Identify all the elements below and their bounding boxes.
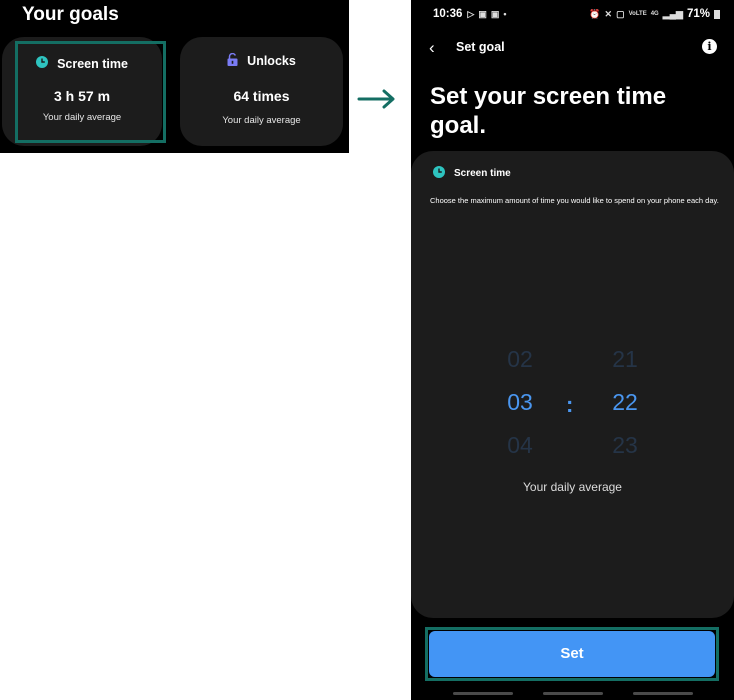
- picker-separator: :: [566, 392, 574, 417]
- mute-icon: ✕: [604, 8, 613, 19]
- info-icon[interactable]: i: [702, 39, 717, 54]
- unlocks-card[interactable]: Unlocks 64 times Your daily average: [180, 37, 343, 146]
- panel-label: Screen time: [454, 168, 511, 179]
- signal-icon: ▂▄▆: [662, 8, 683, 19]
- 4g-icon: 4G: [650, 11, 659, 17]
- phone-screen: 10:36 ▷ ▣ ▣ • ⏰ ✕ ▢ VoLTE 4G ▂▄▆ 71% ‹ S…: [411, 0, 734, 700]
- hour-prev[interactable]: 02: [495, 346, 545, 373]
- hour-selected[interactable]: 03: [495, 389, 545, 416]
- volte-icon: VoLTE: [628, 11, 647, 17]
- notification-icon: ▣: [490, 8, 500, 19]
- minute-selected[interactable]: 22: [600, 389, 650, 416]
- minute-next[interactable]: 23: [600, 432, 650, 459]
- nav-bar-handle: [633, 692, 693, 695]
- picker-caption: Your daily average: [523, 480, 622, 494]
- goals-title: Your goals: [22, 4, 119, 25]
- goal-panel: Screen time Choose the maximum amount of…: [411, 151, 734, 618]
- alarm-icon: ⏰: [589, 8, 601, 19]
- dot-icon: •: [503, 9, 507, 19]
- card-subtitle: Your daily average: [222, 115, 301, 126]
- play-store-icon: ▷: [467, 8, 475, 19]
- unlock-icon: [227, 52, 238, 69]
- clock-icon: [433, 166, 445, 181]
- hour-next[interactable]: 04: [495, 432, 545, 459]
- card-label: Unlocks: [247, 54, 296, 68]
- status-time: 10:36: [433, 8, 463, 20]
- battery-icon: [714, 9, 720, 19]
- highlight-box: [15, 41, 166, 143]
- page-title: Set your screen time goal.: [430, 83, 667, 139]
- your-goals-panel: Your goals Screen time 3 h 57 m Your dai…: [0, 0, 349, 153]
- app-bar-title: Set goal: [456, 40, 505, 54]
- nav-bar-handle: [453, 692, 513, 695]
- back-chevron-icon[interactable]: ‹: [429, 38, 435, 58]
- nav-bar-handle: [543, 692, 603, 695]
- app-bar: ‹ Set goal i: [411, 36, 734, 60]
- card-value: 64 times: [233, 88, 290, 104]
- minute-prev[interactable]: 21: [600, 346, 650, 373]
- status-bar: 10:36 ▷ ▣ ▣ • ⏰ ✕ ▢ VoLTE 4G ▂▄▆ 71%: [433, 6, 720, 22]
- sim-icon: ▢: [616, 8, 625, 19]
- panel-description: Choose the maximum amount of time you wo…: [430, 196, 719, 205]
- battery-percent: 71%: [686, 8, 710, 20]
- notification-icon: ▣: [478, 8, 487, 19]
- arrow-right-icon: [357, 89, 395, 109]
- set-button[interactable]: Set: [429, 631, 715, 677]
